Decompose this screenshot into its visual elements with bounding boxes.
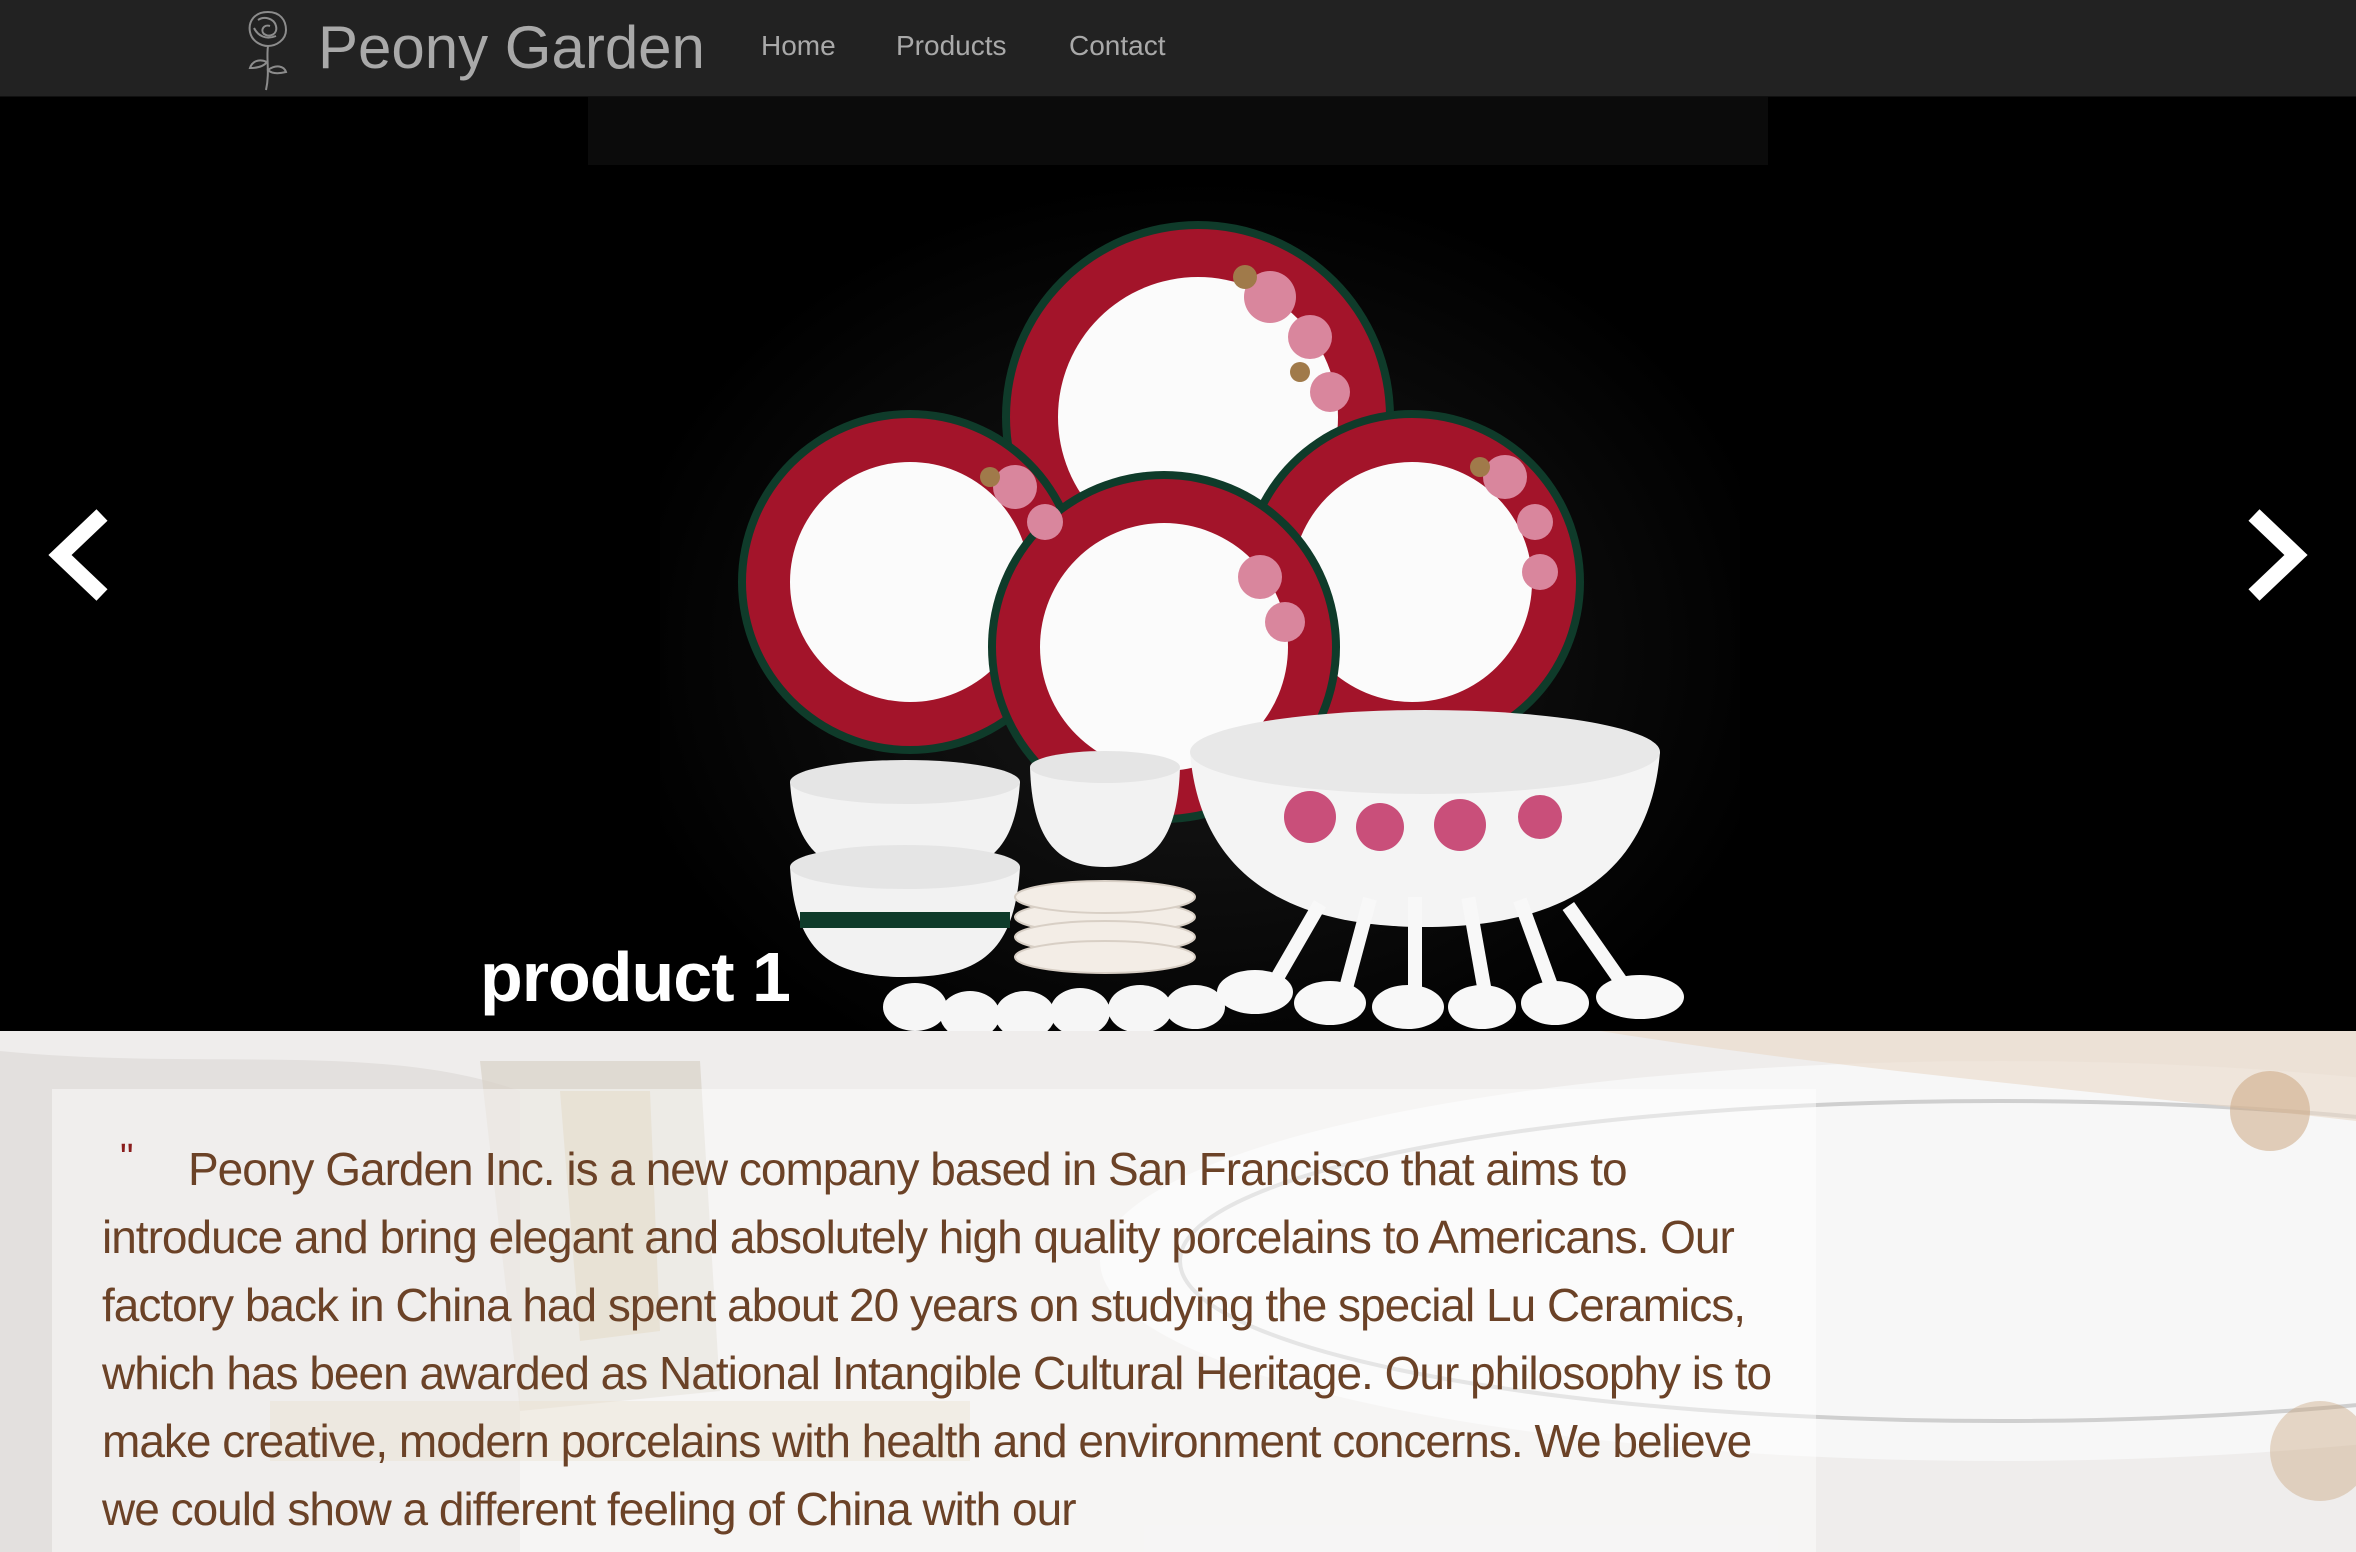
chevron-left-icon[interactable] (46, 507, 116, 603)
nav-link-home[interactable]: Home (761, 26, 836, 66)
rose-logo-icon[interactable] (236, 4, 300, 94)
brand-name[interactable]: Peony Garden (318, 10, 705, 86)
about-section: " Peony Garden Inc. is a new company bas… (0, 1031, 2356, 1552)
nav-link-products[interactable]: Products (896, 26, 1007, 66)
carousel-top-shade (588, 97, 1768, 165)
about-paragraph: Peony Garden Inc. is a new company based… (102, 1143, 1772, 1535)
carousel-caption: product 1 (480, 938, 791, 1016)
chevron-right-icon[interactable] (2240, 507, 2310, 603)
nav-link-contact[interactable]: Contact (1069, 26, 1166, 66)
navbar: Peony Garden Home Products Contact (0, 0, 2356, 97)
product-image (660, 177, 1740, 1031)
product-carousel: product 1 (0, 97, 2356, 1031)
